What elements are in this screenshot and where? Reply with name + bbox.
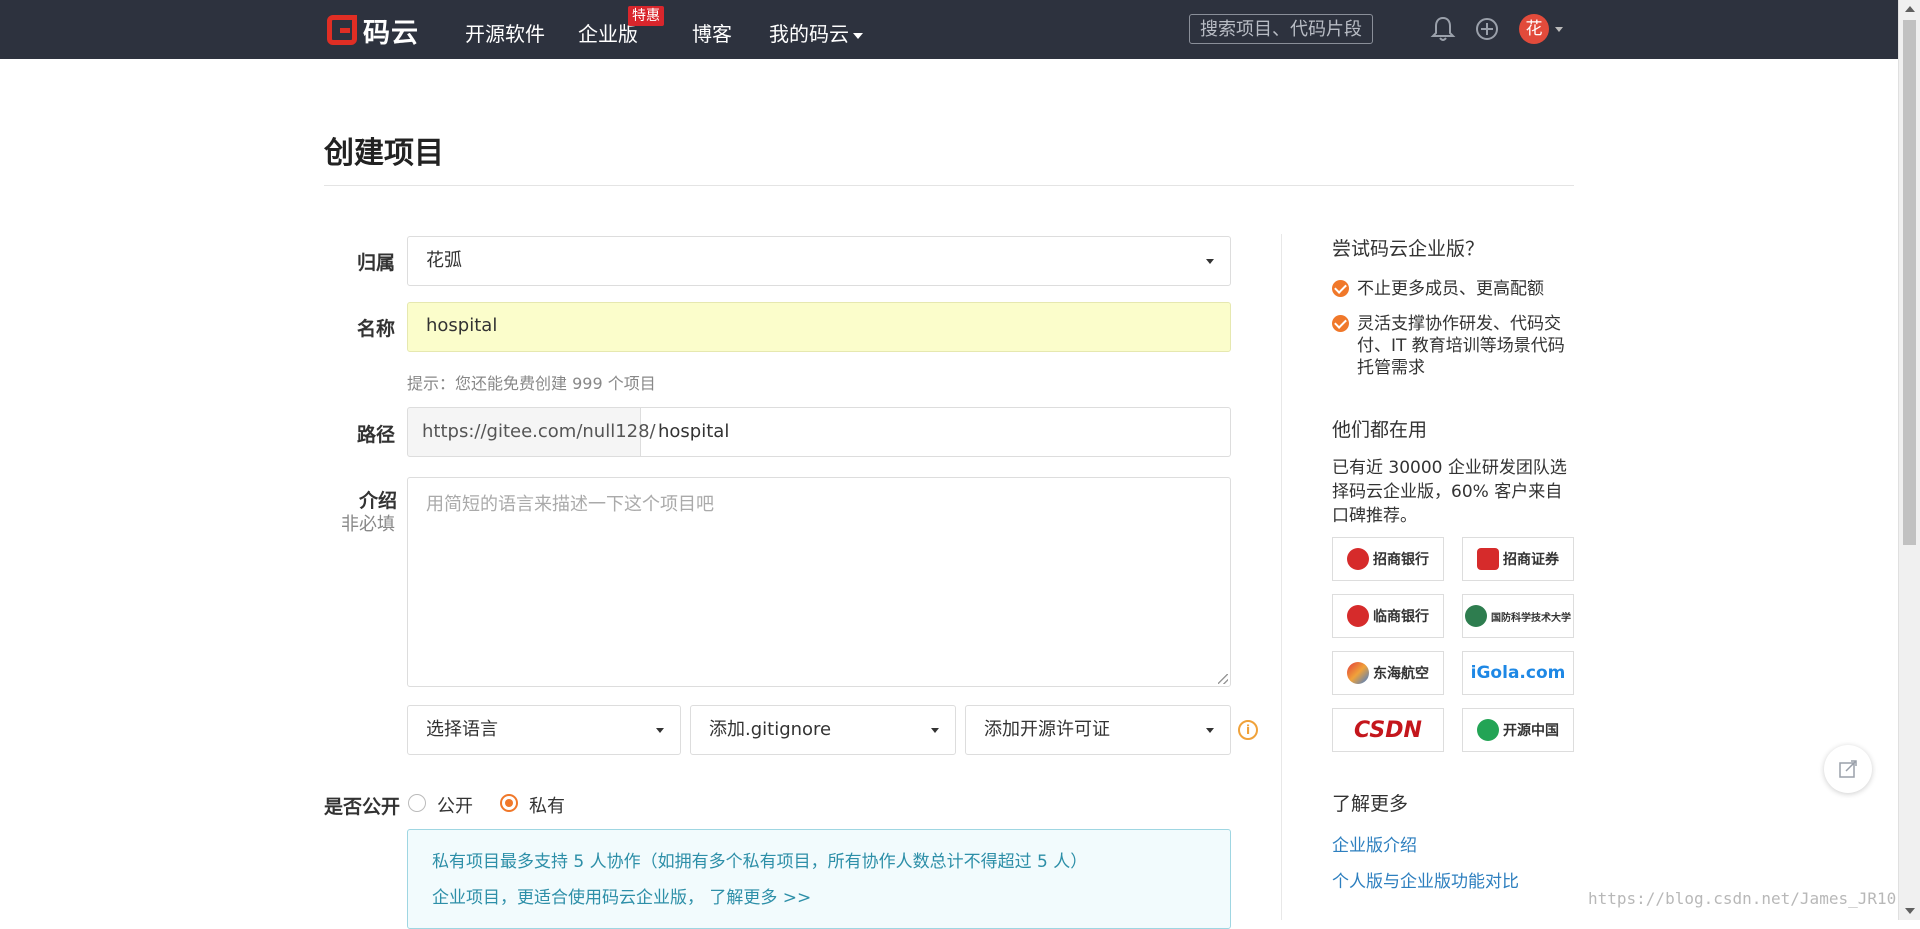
search-input[interactable] [1189, 14, 1373, 44]
notice-line-1: 私有项目最多支持 5 人协作（如拥有多个私有项目，所有协作人数总计不得超过 5 … [432, 852, 1088, 872]
share-button[interactable] [1824, 745, 1872, 793]
oschina-logo-icon [1477, 719, 1499, 741]
language-select-value: 选择语言 [426, 719, 498, 740]
title-divider [324, 185, 1574, 186]
watermark-text: https://blog.csdn.net/James_JR10 [1588, 889, 1897, 908]
path-input[interactable]: hospital [640, 407, 1231, 457]
logo-oschina: 开源中国 [1462, 708, 1574, 752]
logo-donghai-airlines: 东海航空 [1332, 651, 1444, 695]
language-select[interactable]: 选择语言 [407, 705, 681, 755]
page-scrollbar[interactable] [1898, 0, 1920, 920]
logo-label: 东海航空 [1373, 666, 1429, 682]
license-select[interactable]: 添加开源许可证 [965, 705, 1231, 755]
license-select-value: 添加开源许可证 [984, 719, 1110, 740]
nav-open-source[interactable]: 开源软件 [465, 18, 545, 47]
nudt-logo-icon [1465, 605, 1487, 627]
check-icon [1332, 315, 1349, 332]
bell-icon[interactable] [1430, 14, 1456, 44]
notice-line-2[interactable]: 企业项目，更适合使用码云企业版， 了解更多 >> [432, 880, 1206, 916]
scroll-up-icon[interactable] [1905, 6, 1915, 12]
visibility-label: 是否公开 [324, 796, 401, 818]
logo-csdn: CSDN [1332, 708, 1444, 752]
logo-label: 国防科学技术大学 [1491, 612, 1571, 624]
private-radio-label[interactable]: 私有 [529, 792, 565, 818]
name-input[interactable]: hospital [407, 302, 1231, 352]
owner-select[interactable]: 花弧 [407, 236, 1231, 286]
chevron-down-icon [853, 32, 863, 39]
benefit-item: 灵活支撑协作研发、代码交付、IT 教育培训等场景代码托管需求 [1332, 313, 1572, 379]
public-radio-label[interactable]: 公开 [437, 792, 473, 818]
benefit-item: 不止更多成员、更高配额 [1332, 278, 1572, 300]
quota-hint: 提示：您还能免费创建 999 个项目 [407, 374, 656, 393]
benefit-text: 不止更多成员、更高配额 [1357, 279, 1544, 299]
logo-linshang-bank: 临商银行 [1332, 594, 1444, 638]
nav-my-gitee[interactable]: 我的码云 [769, 18, 863, 47]
logo-label: 开源中国 [1503, 723, 1559, 739]
scroll-thumb[interactable] [1903, 20, 1916, 545]
enterprise-intro-link[interactable]: 企业版介绍 [1332, 831, 1417, 856]
nav-blog[interactable]: 博客 [692, 18, 732, 47]
gitignore-select-value: 添加.gitignore [709, 719, 832, 740]
scroll-down-icon[interactable] [1905, 908, 1915, 914]
chevron-down-icon [1206, 259, 1214, 264]
logo-label: 临商银行 [1373, 609, 1429, 625]
private-notice: 私有项目最多支持 5 人协作（如拥有多个私有项目，所有协作人数总计不得超过 5 … [407, 829, 1231, 929]
cmb-logo-icon [1347, 548, 1369, 570]
avatar-chevron-icon[interactable] [1555, 27, 1563, 32]
logo-label: 招商银行 [1373, 552, 1429, 568]
info-icon[interactable]: i [1238, 720, 1258, 740]
private-radio[interactable] [500, 794, 518, 812]
cmbs-logo-icon [1477, 548, 1499, 570]
linshang-logo-icon [1347, 605, 1369, 627]
try-enterprise-title: 尝试码云企业版？ [1332, 238, 1485, 260]
public-radio[interactable] [408, 794, 426, 812]
logo-igola: iGola.com [1462, 651, 1574, 695]
chevron-down-icon [1206, 728, 1214, 733]
description-label: 介绍 [359, 490, 398, 512]
resize-handle-icon[interactable] [1218, 674, 1228, 684]
users-description: 已有近 30000 企业研发团队选择码云企业版，60% 客户来自口碑推荐。 [1332, 458, 1567, 526]
plus-circle-icon[interactable] [1474, 14, 1500, 44]
brand-name: 码云 [363, 17, 419, 49]
name-label: 名称 [357, 318, 396, 340]
path-prefix: https://gitee.com/null128/ [407, 407, 656, 457]
benefit-text: 灵活支撑协作研发、代码交付、IT 教育培训等场景代码托管需求 [1357, 314, 1565, 378]
description-optional-label: 非必填 [341, 514, 395, 535]
description-textarea[interactable]: 用简短的语言来描述一下这个项目吧 [407, 477, 1231, 687]
brand-icon [327, 15, 357, 45]
chevron-down-icon [656, 728, 664, 733]
sidebar-divider [1281, 234, 1282, 920]
gitignore-select[interactable]: 添加.gitignore [690, 705, 956, 755]
enterprise-badge: 特惠 [628, 6, 664, 26]
logo-nudt: 国防科学技术大学 [1462, 594, 1574, 638]
logo-cmbs: 招商证券 [1462, 537, 1574, 581]
top-navbar: 码云 开源软件 企业版 特惠 博客 我的码云 花 [0, 0, 1898, 59]
owner-select-value: 花弧 [426, 250, 462, 271]
owner-label: 归属 [357, 252, 396, 274]
users-title: 他们都在用 [1332, 419, 1428, 441]
logo-cmb: 招商银行 [1332, 537, 1444, 581]
logo-label: 招商证券 [1503, 552, 1559, 568]
learn-more-title: 了解更多 [1332, 793, 1409, 815]
donghai-logo-icon [1347, 662, 1369, 684]
share-icon [1839, 760, 1857, 778]
check-icon [1332, 280, 1349, 297]
page-title: 创建项目 [324, 136, 444, 171]
compare-plans-link[interactable]: 个人版与企业版功能对比 [1332, 867, 1519, 892]
description-placeholder: 用简短的语言来描述一下这个项目吧 [426, 494, 714, 515]
chevron-down-icon [931, 728, 939, 733]
avatar[interactable]: 花 [1519, 14, 1549, 44]
path-label: 路径 [357, 424, 396, 446]
nav-my-gitee-label: 我的码云 [769, 22, 849, 46]
brand-logo[interactable]: 码云 [327, 10, 419, 50]
